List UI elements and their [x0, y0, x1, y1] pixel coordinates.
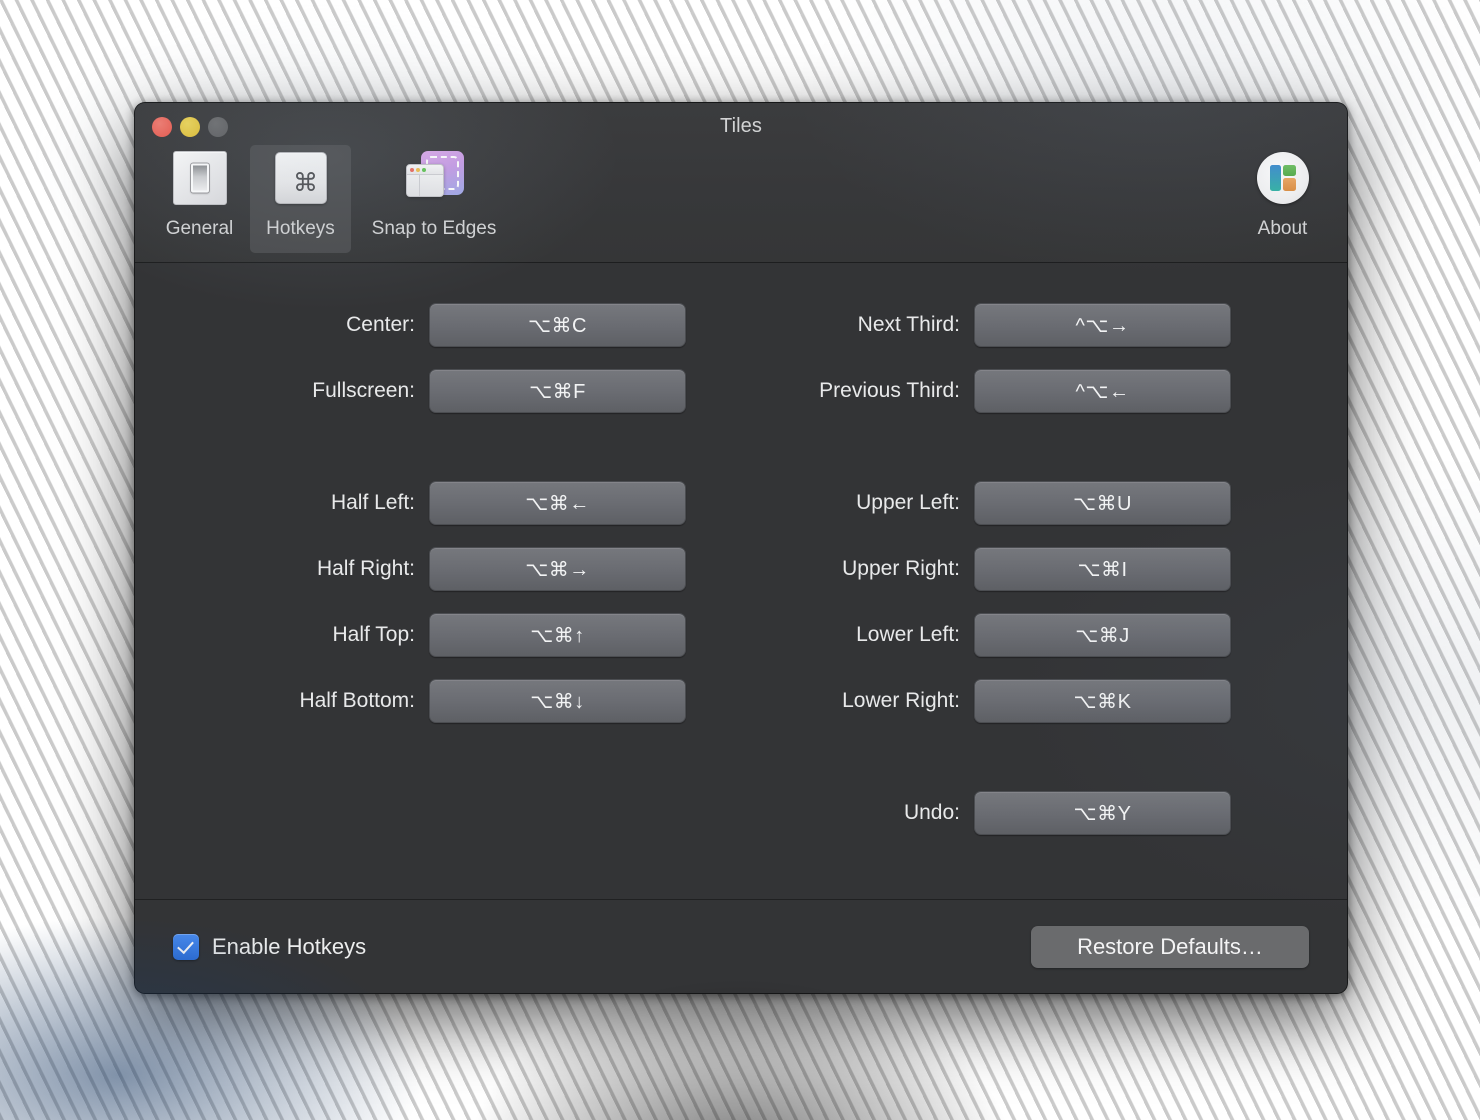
hotkey-label-previous-third: Previous Third: [819, 379, 960, 402]
hotkey-field-half-right[interactable]: ⌥⌘→ [429, 547, 686, 591]
hotkey-field-half-top[interactable]: ⌥⌘↑ [429, 613, 686, 657]
hotkey-row-next-third: Next Third: ^⌥→ [686, 303, 1231, 347]
hotkey-label-half-top: Half Top: [332, 623, 416, 646]
hotkey-field-next-third[interactable]: ^⌥→ [974, 303, 1231, 347]
minimize-button[interactable] [180, 117, 200, 137]
enable-hotkeys-label: Enable Hotkeys [212, 933, 367, 959]
tiles-preferences-window: Tiles General ⌘ Hotkeys Snap to Edges Ab… [134, 102, 1348, 994]
hotkey-row-half-left: Half Left: ⌥⌘← [141, 481, 686, 525]
hotkey-label-half-left: Half Left: [330, 491, 415, 514]
hotkey-row-previous-third: Previous Third: ^⌥← [686, 369, 1231, 413]
hotkey-row-half-top: Half Top: ⌥⌘↑ [141, 613, 686, 657]
hotkey-row-upper-left: Upper Left: ⌥⌘U [686, 481, 1231, 525]
hotkey-field-center[interactable]: ⌥⌘C [429, 303, 686, 347]
hotkey-field-lower-right[interactable]: ⌥⌘K [974, 679, 1231, 723]
hotkey-label-lower-right: Lower Right: [842, 689, 960, 712]
toolbar-tab-snap-to-edges[interactable]: Snap to Edges [351, 145, 517, 253]
toolbar-tab-about-label: About [1257, 218, 1308, 239]
hotkey-label-half-bottom: Half Bottom: [299, 689, 415, 712]
toolbar-tab-general-label: General [165, 218, 234, 239]
hotkey-field-undo[interactable]: ⌥⌘Y [974, 791, 1231, 835]
hotkey-label-undo: Undo: [903, 801, 960, 824]
hotkey-label-half-right: Half Right: [316, 557, 415, 580]
hotkey-row-fullscreen: Fullscreen: ⌥⌘F [141, 369, 686, 413]
hotkey-field-half-left[interactable]: ⌥⌘← [429, 481, 686, 525]
hotkeys-left-column: Center: ⌥⌘C Fullscreen: ⌥⌘F Half Left: ⌥… [141, 303, 686, 857]
hotkey-row-half-bottom: Half Bottom: ⌥⌘↓ [141, 679, 686, 723]
desktop-wallpaper: Tiles General ⌘ Hotkeys Snap to Edges Ab… [0, 0, 1480, 1120]
window-footer: Enable Hotkeys Restore Defaults… [135, 899, 1347, 993]
window-title: Tiles [720, 115, 762, 137]
hotkey-field-upper-right[interactable]: ⌥⌘I [974, 547, 1231, 591]
enable-hotkeys-checkbox-group[interactable]: Enable Hotkeys [173, 933, 367, 960]
hotkey-row-undo: Undo: ⌥⌘Y [686, 791, 1231, 835]
close-button[interactable] [152, 117, 172, 137]
enable-hotkeys-checkbox[interactable] [173, 933, 199, 960]
zoom-button [208, 117, 228, 137]
window-controls [152, 117, 228, 137]
hotkey-field-previous-third[interactable]: ^⌥← [974, 369, 1231, 413]
light-switch-icon [172, 150, 228, 206]
hotkey-field-lower-left[interactable]: ⌥⌘J [974, 613, 1231, 657]
preferences-toolbar: General ⌘ Hotkeys Snap to Edges About [149, 145, 1333, 257]
hotkey-label-lower-left: Lower Left: [856, 623, 960, 646]
hotkey-field-fullscreen[interactable]: ⌥⌘F [429, 369, 686, 413]
hotkeys-grid: Center: ⌥⌘C Fullscreen: ⌥⌘F Half Left: ⌥… [135, 303, 1347, 857]
command-keycap-icon: ⌘ [273, 150, 329, 206]
hotkey-row-center: Center: ⌥⌘C [141, 303, 686, 347]
hotkey-row-lower-left: Lower Left: ⌥⌘J [686, 613, 1231, 657]
hotkey-label-fullscreen: Fullscreen: [312, 379, 415, 402]
hotkey-row-half-right: Half Right: ⌥⌘→ [141, 547, 686, 591]
hotkeys-right-column: Next Third: ^⌥→ Previous Third: ^⌥← Uppe… [686, 303, 1231, 857]
toolbar-tab-about[interactable]: About [1232, 145, 1333, 253]
hotkey-label-center: Center: [346, 313, 415, 336]
hotkey-field-upper-left[interactable]: ⌥⌘U [974, 481, 1231, 525]
tiles-logo-icon [1255, 150, 1311, 206]
hotkey-label-upper-left: Upper Left: [856, 491, 960, 514]
restore-defaults-button[interactable]: Restore Defaults… [1031, 925, 1309, 968]
hotkeys-panel: Center: ⌥⌘C Fullscreen: ⌥⌘F Half Left: ⌥… [135, 263, 1347, 899]
snap-to-edges-icon [406, 150, 464, 206]
hotkey-label-upper-right: Upper Right: [842, 557, 960, 580]
toolbar-tab-hotkeys[interactable]: ⌘ Hotkeys [250, 145, 351, 253]
toolbar-tab-hotkeys-label: Hotkeys [266, 218, 335, 239]
toolbar-tab-general[interactable]: General [149, 145, 250, 253]
hotkey-row-upper-right: Upper Right: ⌥⌘I [686, 547, 1231, 591]
window-titlebar: Tiles General ⌘ Hotkeys Snap to Edges Ab… [135, 103, 1347, 263]
toolbar-tab-snap-to-edges-label: Snap to Edges [371, 218, 497, 239]
hotkey-field-half-bottom[interactable]: ⌥⌘↓ [429, 679, 686, 723]
hotkey-row-lower-right: Lower Right: ⌥⌘K [686, 679, 1231, 723]
hotkey-label-next-third: Next Third: [857, 313, 960, 336]
